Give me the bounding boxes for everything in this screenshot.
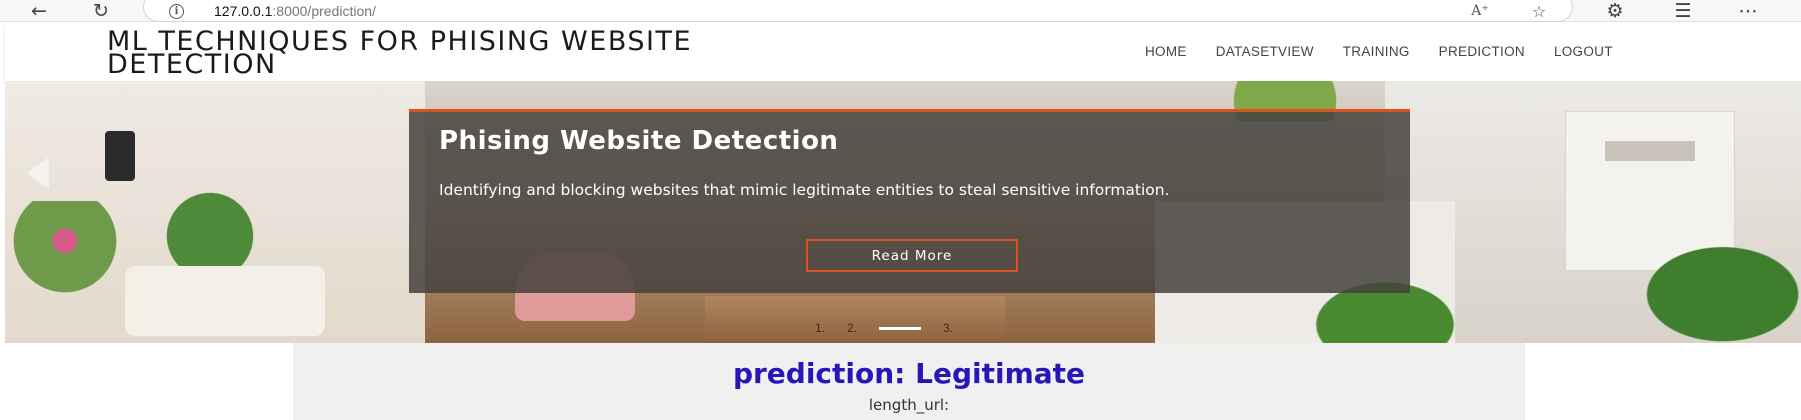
site-header: ML TECHNIQUES FOR PHISING WEBSITE DETECT…	[5, 22, 1801, 81]
read-aloud-icon[interactable]: A⁺	[1469, 2, 1491, 20]
menu-logout[interactable]: LOGOUT	[1554, 44, 1613, 59]
favorites-icon[interactable]: ☰	[1670, 1, 1696, 21]
hero-title: Phising Website Detection	[439, 126, 839, 156]
read-more-button[interactable]: Read More	[806, 239, 1018, 272]
carousel-indicators: 1. 2. 3.	[815, 321, 953, 335]
browser-toolbar: ← ↻ i 127.0.0.1:8000/prediction/ A⁺ ☆ ⚙ …	[0, 0, 1801, 22]
url-path: :8000/prediction/	[272, 3, 376, 19]
address-bar[interactable]: i 127.0.0.1:8000/prediction/ A⁺ ☆	[143, 0, 1573, 22]
length-url-label: length_url:	[868, 396, 950, 414]
carousel-indicator-1[interactable]: 1.	[815, 321, 825, 335]
hero-carousel: Phising Website Detection Identifying an…	[5, 81, 1801, 343]
menu-datasetview[interactable]: DATASETVIEW	[1216, 44, 1314, 59]
refresh-icon[interactable]: ↻	[88, 1, 114, 21]
prediction-result-panel: prediction: Legitimate length_url:	[293, 343, 1525, 420]
carousel-indicator-2[interactable]: 2.	[847, 321, 857, 335]
menu-training[interactable]: TRAINING	[1343, 44, 1410, 59]
carousel-active-bar	[879, 326, 922, 330]
carousel-indicator-3[interactable]: 3.	[943, 321, 953, 335]
main-menu: HOME DATASETVIEW TRAINING PREDICTION LOG…	[1145, 44, 1642, 59]
prediction-heading: prediction: Legitimate	[732, 357, 1086, 390]
hero-description: Identifying and blocking websites that m…	[439, 181, 1170, 199]
info-icon[interactable]: i	[169, 4, 184, 19]
extensions-icon[interactable]: ⚙	[1602, 1, 1628, 21]
url-text: 127.0.0.1:8000/prediction/	[214, 3, 376, 19]
site-brand[interactable]: ML TECHNIQUES FOR PHISING WEBSITE DETECT…	[107, 28, 967, 78]
url-host: 127.0.0.1	[214, 3, 273, 19]
hero-caption: Phising Website Detection Identifying an…	[409, 109, 1410, 293]
back-arrow-icon[interactable]: ←	[26, 1, 52, 21]
favorite-star-icon[interactable]: ☆	[1528, 2, 1550, 21]
menu-home[interactable]: HOME	[1145, 44, 1187, 59]
more-icon[interactable]: ⋯	[1735, 1, 1761, 21]
menu-prediction[interactable]: PREDICTION	[1439, 44, 1525, 59]
carousel-prev-icon[interactable]	[27, 157, 49, 189]
